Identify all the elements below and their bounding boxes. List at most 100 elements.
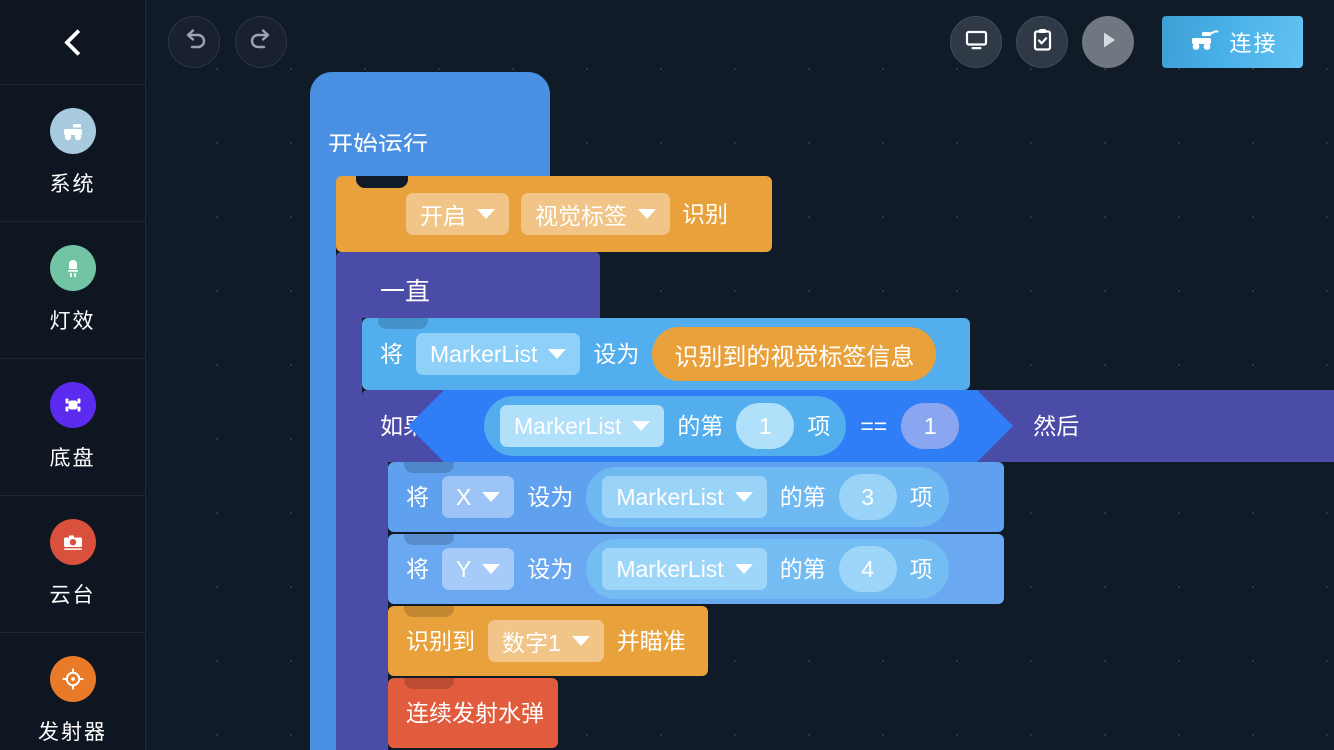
if-block-spine — [362, 454, 388, 750]
dropdown-variable-markerlist-value: MarkerList — [514, 412, 622, 439]
list-item-suffix: 项 — [909, 555, 933, 582]
dropdown-aim-target[interactable]: 数字1 — [488, 620, 604, 662]
block-notch — [404, 606, 454, 617]
block-notch — [404, 534, 454, 545]
dropdown-source-markerlist-value: MarkerList — [616, 483, 724, 510]
sidebar-item-blaster[interactable]: 发射器 — [0, 632, 145, 750]
aim-prefix: 识别到 — [406, 627, 475, 654]
forever-loop-spine — [336, 312, 362, 750]
block-notch — [404, 462, 454, 473]
block-notch — [404, 678, 454, 689]
input-list-index[interactable]: 4 — [838, 546, 897, 592]
reporter-list-item[interactable]: MarkerList 的第 1 项 — [484, 396, 847, 456]
dropdown-enable-state[interactable]: 开启 — [406, 193, 509, 235]
chevron-down-icon — [632, 421, 651, 431]
sidebar-item-label: 底盘 — [49, 447, 96, 470]
sidebar-item-lighting[interactable]: 灯效 — [0, 221, 145, 358]
sidebar: 系统 灯效 底盘 云台 发射器 — [0, 0, 146, 750]
block-notch — [378, 318, 428, 329]
block-forever-label: 一直 — [380, 278, 431, 306]
dropdown-enable-state-value: 开启 — [420, 203, 466, 229]
sidebar-item-label: 系统 — [49, 173, 96, 196]
sidebar-item-gimbal[interactable]: 云台 — [0, 495, 145, 632]
chevron-down-icon — [571, 636, 590, 646]
redo-icon — [248, 26, 275, 58]
fire-label: 连续发射水弹 — [406, 699, 544, 726]
crosshair-icon — [49, 656, 96, 702]
dropdown-variable-y-value: Y — [456, 555, 472, 582]
chevron-down-icon — [548, 349, 567, 359]
dropdown-source-markerlist[interactable]: MarkerList — [602, 476, 767, 518]
monitor-button[interactable] — [950, 16, 1002, 68]
dropdown-source-markerlist-value: MarkerList — [616, 555, 724, 582]
dropdown-aim-target-value: 数字1 — [502, 630, 561, 656]
set-x-prefix: 将 — [406, 483, 429, 510]
input-list-index[interactable]: 1 — [736, 403, 795, 449]
block-detect-and-aim[interactable]: 识别到 数字1 并瞄准 — [388, 606, 708, 676]
list-of-item-label: 的第 — [677, 412, 724, 439]
dropdown-recognition-target-value: 视觉标签 — [535, 203, 627, 229]
list-of-item-label: 的第 — [779, 555, 826, 582]
dropdown-variable-y[interactable]: Y — [442, 548, 515, 590]
boolean-equals-operator[interactable]: MarkerList 的第 1 项 == 1 — [407, 390, 1014, 462]
block-continuous-fire[interactable]: 连续发射水弹 — [388, 678, 558, 748]
sidebar-item-system[interactable]: 系统 — [0, 84, 145, 221]
connect-button[interactable]: 连接 — [1162, 16, 1303, 68]
enable-recognition-suffix: 识别 — [682, 200, 728, 227]
block-enable-recognition[interactable]: 开启 视觉标签 识别 — [336, 176, 772, 264]
robot-car-icon — [49, 108, 96, 154]
monitor-icon — [963, 26, 990, 58]
checklist-button[interactable] — [1016, 16, 1068, 68]
dropdown-variable-x[interactable]: X — [442, 476, 515, 518]
dropdown-source-markerlist[interactable]: MarkerList — [602, 548, 767, 590]
reporter-list-item-y[interactable]: MarkerList 的第 4 项 — [586, 539, 949, 599]
chevron-down-icon — [482, 492, 501, 502]
set-y-prefix: 将 — [406, 555, 429, 582]
set-x-mid: 设为 — [527, 483, 574, 510]
chevron-down-icon — [477, 209, 495, 219]
list-item-suffix: 项 — [807, 412, 831, 439]
chevron-down-icon — [638, 209, 656, 219]
sidebar-item-chassis[interactable]: 底盘 — [0, 358, 145, 495]
sidebar-item-label: 发射器 — [38, 721, 107, 744]
block-forever-loop[interactable]: 一直 — [336, 252, 600, 318]
connect-label: 连接 — [1229, 31, 1278, 56]
block-set-x[interactable]: 将 X 设为 MarkerList 的第 3 项 — [388, 462, 1004, 532]
block-set-markerlist[interactable]: 将 MarkerList 设为 识别到的视觉标签信息 — [362, 318, 970, 390]
run-button[interactable] — [1082, 16, 1134, 68]
operator-symbol: == — [860, 412, 888, 439]
reporter-list-item-x[interactable]: MarkerList 的第 3 项 — [586, 467, 949, 527]
camera-icon — [49, 519, 96, 565]
dropdown-variable-x-value: X — [456, 483, 472, 510]
led-bulb-icon — [49, 245, 96, 291]
block-if-then[interactable]: 如果 MarkerList 的第 1 项 == 1 然后 — [362, 390, 1334, 462]
reporter-vision-marker-info[interactable]: 识别到的视觉标签信息 — [652, 327, 937, 381]
input-list-index[interactable]: 3 — [838, 474, 897, 520]
aim-suffix: 并瞄准 — [616, 627, 686, 654]
redo-button[interactable] — [235, 16, 287, 68]
dropdown-variable-markerlist[interactable]: MarkerList — [416, 333, 581, 375]
input-compare-value[interactable]: 1 — [901, 403, 960, 449]
dropdown-variable-markerlist[interactable]: MarkerList — [500, 405, 665, 447]
dropdown-variable-markerlist-value: MarkerList — [430, 340, 538, 367]
undo-button[interactable] — [168, 16, 220, 68]
clipboard-check-icon — [1029, 26, 1056, 58]
play-icon — [1095, 27, 1121, 58]
set-y-mid: 设为 — [527, 555, 574, 582]
chevron-down-icon — [734, 492, 753, 502]
block-set-y[interactable]: 将 Y 设为 MarkerList 的第 4 项 — [388, 534, 1004, 604]
sidebar-item-label: 云台 — [49, 584, 96, 607]
list-of-item-label: 的第 — [779, 483, 826, 510]
chevron-down-icon — [482, 564, 501, 574]
undo-icon — [181, 26, 208, 58]
set-markerlist-mid: 设为 — [593, 340, 640, 367]
chevron-left-icon — [62, 31, 84, 53]
dropdown-recognition-target[interactable]: 视觉标签 — [521, 193, 670, 235]
back-button[interactable] — [0, 0, 145, 84]
chevron-down-icon — [734, 564, 753, 574]
block-canvas[interactable]: 开始运行 开启 视觉标签 识别 一直 将 MarkerList 设为 识别到的视… — [146, 0, 1334, 750]
sidebar-item-label: 灯效 — [49, 310, 96, 333]
set-markerlist-prefix: 将 — [380, 340, 403, 367]
if-then-label: 然后 — [1033, 412, 1080, 439]
chassis-icon — [49, 382, 96, 428]
